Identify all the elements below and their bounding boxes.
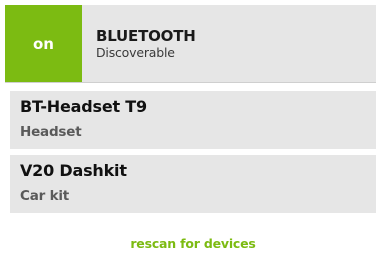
bluetooth-toggle[interactable]: on: [5, 5, 82, 82]
bluetooth-title: BLUETOOTH: [96, 27, 196, 45]
device-item-bt-headset[interactable]: BT-Headset T9 Headset: [10, 91, 376, 149]
device-type: Headset: [20, 124, 82, 140]
bluetooth-status: Discoverable: [96, 45, 175, 60]
device-type: Car kit: [20, 188, 70, 204]
bluetooth-header-text: BLUETOOTH Discoverable: [82, 5, 196, 82]
device-item-v20-dashkit[interactable]: V20 Dashkit Car kit: [10, 155, 376, 213]
rescan-label: rescan for devices: [130, 236, 256, 251]
bluetooth-toggle-label: on: [33, 34, 54, 53]
device-name: BT-Headset T9: [20, 97, 147, 116]
device-name: V20 Dashkit: [20, 161, 127, 180]
bluetooth-header: on BLUETOOTH Discoverable: [5, 5, 376, 83]
bluetooth-screen: on BLUETOOTH Discoverable BT-Headset T9 …: [0, 0, 376, 264]
rescan-button[interactable]: rescan for devices: [10, 223, 376, 264]
